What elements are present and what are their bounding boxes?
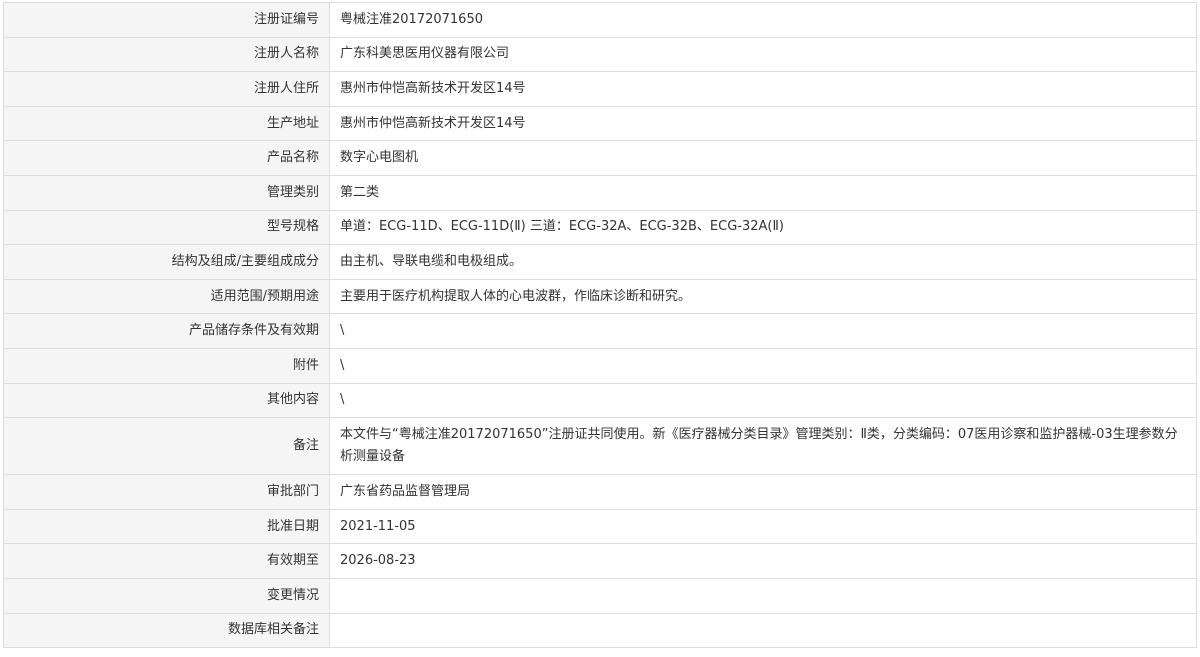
registration-detail-table: 注册证编号 粤械注准20172071650 注册人名称 广东科美思医用仪器有限公…: [3, 2, 1197, 649]
table-row: 结构及组成/主要组成成分 由主机、导联电缆和电极组成。: [3, 244, 1197, 280]
field-label: 批准日期: [3, 508, 330, 545]
field-value: 广东科美思医用仪器有限公司: [329, 36, 1197, 73]
table-row: 审批部门 广东省药品监督管理局: [3, 474, 1197, 510]
table-row: 有效期至 2026-08-23: [3, 543, 1197, 579]
table-row: 批准日期 2021-11-05: [3, 508, 1197, 545]
field-label: 结构及组成/主要组成成分: [3, 244, 330, 280]
field-value: 粤械注准20172071650: [329, 2, 1197, 38]
field-value: 2021-11-05: [329, 508, 1197, 545]
table-row: 数据库相关备注: [3, 612, 1197, 649]
table-row: 管理类别 第二类: [3, 174, 1197, 211]
table-row: 型号规格 单道：ECG-11D、ECG-11D(Ⅱ) 三道：ECG-32A、EC…: [3, 209, 1197, 246]
field-label: 注册人名称: [3, 36, 330, 73]
field-label: 变更情况: [3, 577, 330, 614]
field-value: 第二类: [329, 174, 1197, 211]
field-value: 主要用于医疗机构提取人体的心电波群，作临床诊断和研究。: [329, 278, 1197, 315]
field-label: 附件: [3, 347, 330, 384]
field-label: 备注: [3, 417, 330, 476]
table-row: 适用范围/预期用途 主要用于医疗机构提取人体的心电波群，作临床诊断和研究。: [3, 278, 1197, 315]
field-value: 惠州市仲恺高新技术开发区14号: [329, 71, 1197, 107]
field-value: 惠州市仲恺高新技术开发区14号: [329, 105, 1197, 142]
field-value: 数字心电图机: [329, 140, 1197, 176]
field-value: 单道：ECG-11D、ECG-11D(Ⅱ) 三道：ECG-32A、ECG-32B…: [329, 209, 1197, 246]
field-value: \: [329, 313, 1197, 349]
table-row: 产品储存条件及有效期 \: [3, 313, 1197, 349]
field-label: 产品储存条件及有效期: [3, 313, 330, 349]
table-row: 产品名称 数字心电图机: [3, 140, 1197, 176]
table-row: 注册人名称 广东科美思医用仪器有限公司: [3, 36, 1197, 73]
field-label: 其他内容: [3, 382, 330, 419]
table-row: 备注 本文件与“粤械注准20172071650”注册证共同使用。新《医疗器械分类…: [3, 417, 1197, 476]
table-row: 生产地址 惠州市仲恺高新技术开发区14号: [3, 105, 1197, 142]
field-value: [329, 577, 1197, 614]
field-value: 广东省药品监督管理局: [329, 474, 1197, 510]
field-label: 型号规格: [3, 209, 330, 246]
field-label: 适用范围/预期用途: [3, 278, 330, 315]
table-row: 附件 \: [3, 347, 1197, 384]
table-row: 注册人住所 惠州市仲恺高新技术开发区14号: [3, 71, 1197, 107]
field-value: \: [329, 382, 1197, 419]
field-value: \: [329, 347, 1197, 384]
table-row: 其他内容 \: [3, 382, 1197, 419]
field-label: 产品名称: [3, 140, 330, 176]
field-label: 管理类别: [3, 174, 330, 211]
field-label: 数据库相关备注: [3, 612, 330, 649]
field-label: 有效期至: [3, 543, 330, 579]
table-row: 变更情况: [3, 577, 1197, 614]
field-label: 注册人住所: [3, 71, 330, 107]
field-label: 注册证编号: [3, 2, 330, 38]
field-value: 2026-08-23: [329, 543, 1197, 579]
field-value: 由主机、导联电缆和电极组成。: [329, 244, 1197, 280]
table-row: 注册证编号 粤械注准20172071650: [3, 2, 1197, 38]
field-value: [329, 612, 1197, 649]
field-value: 本文件与“粤械注准20172071650”注册证共同使用。新《医疗器械分类目录》…: [329, 417, 1197, 476]
field-label: 审批部门: [3, 474, 330, 510]
field-label: 生产地址: [3, 105, 330, 142]
